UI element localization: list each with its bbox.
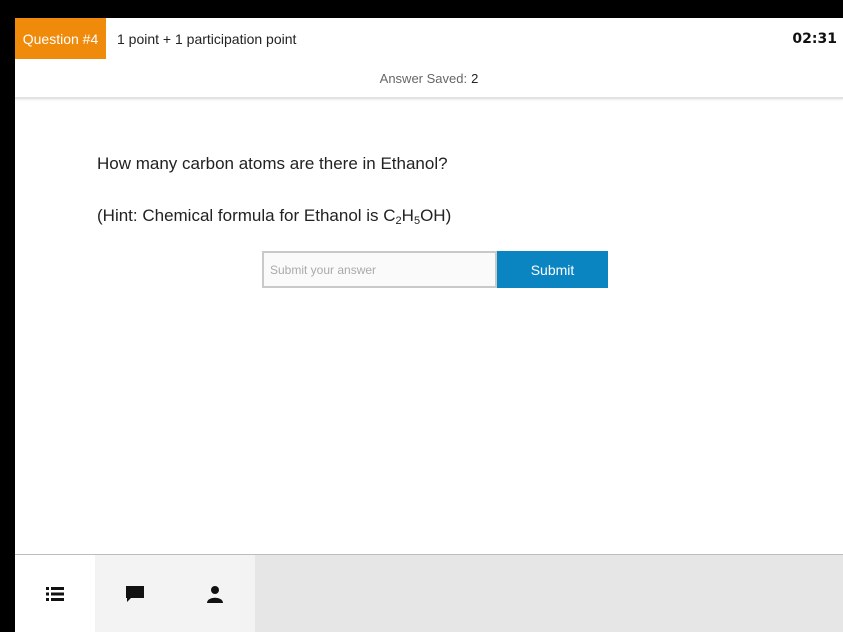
tab-list[interactable] xyxy=(15,555,95,632)
hint-middle: H xyxy=(401,206,414,225)
tab-chat[interactable] xyxy=(95,555,175,632)
timer: 02:31 xyxy=(792,30,837,47)
answer-input[interactable] xyxy=(262,251,497,288)
answer-saved-bar: Answer Saved: 2 xyxy=(15,59,843,99)
bottom-nav xyxy=(15,554,843,632)
chat-icon xyxy=(126,586,144,602)
question-hint: (Hint: Chemical formula for Ethanol is C… xyxy=(97,206,451,227)
hint-suffix: OH) xyxy=(420,206,452,225)
list-icon xyxy=(46,587,64,601)
answer-form: Submit xyxy=(262,251,608,288)
hint-prefix: (Hint: Chemical formula for Ethanol is C xyxy=(97,206,396,225)
question-text: How many carbon atoms are there in Ethan… xyxy=(97,154,448,173)
submit-button[interactable]: Submit xyxy=(497,251,608,288)
bottom-nav-filler xyxy=(255,555,843,632)
points-info: 1 point + 1 participation point xyxy=(117,30,297,47)
tab-profile[interactable] xyxy=(175,555,255,632)
saved-count: 2 xyxy=(471,70,479,86)
quiz-frame: Question #4 1 point + 1 participation po… xyxy=(15,18,843,632)
top-bar: Question #4 1 point + 1 participation po… xyxy=(15,18,843,59)
saved-label: Answer Saved: xyxy=(379,70,468,86)
question-badge: Question #4 xyxy=(15,18,106,59)
user-icon xyxy=(207,586,223,603)
